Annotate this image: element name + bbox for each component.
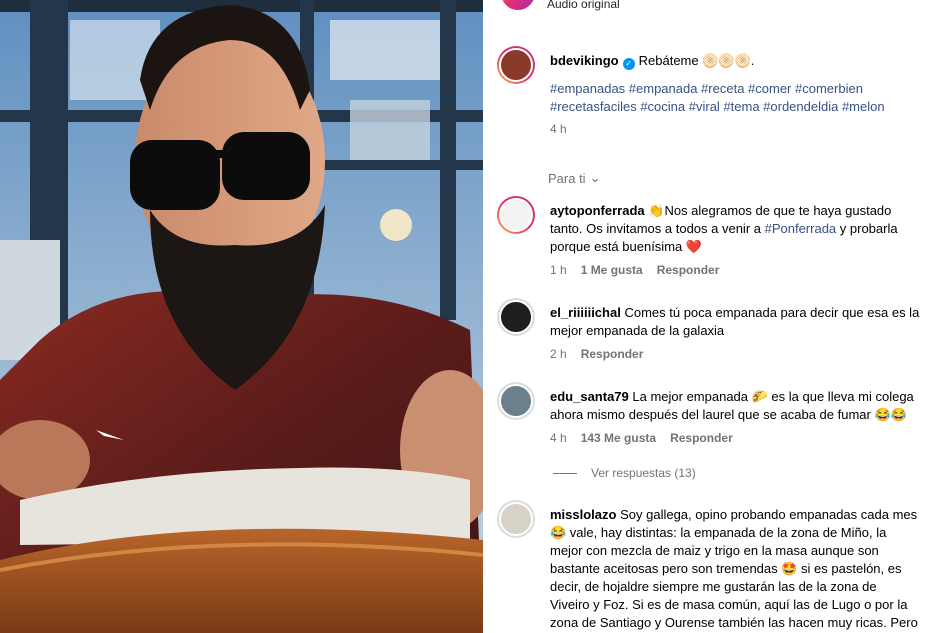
author-avatar[interactable]: [497, 46, 535, 84]
audio-label[interactable]: Audio original: [547, 0, 620, 11]
comment-text: decir, de hojaldre siempre me gustarán l…: [550, 579, 877, 594]
caption-hashtags-line2[interactable]: #recetasfaciles #cocina #viral #tema #or…: [550, 98, 949, 116]
filter-label: Para ti: [548, 170, 586, 186]
caption-text: Rebáteme 🫓🫓🫓.: [638, 53, 755, 68]
comment-mention[interactable]: #Ponferrada: [765, 221, 837, 236]
comment-likes[interactable]: 1 Me gusta: [581, 263, 643, 277]
chevron-down-icon: ⌄: [589, 170, 601, 185]
verified-icon: ✓: [622, 58, 635, 70]
comment-text: La mejor empanada 🌮 es la que lleva mi c…: [632, 389, 914, 404]
comment-time: 1 h: [550, 263, 567, 277]
comment-text: 😂 vale, hay distintas: la empanada de la…: [550, 525, 887, 540]
commenter-avatar[interactable]: [497, 298, 535, 336]
commenter-username[interactable]: aytoponferrada: [550, 203, 645, 218]
comment-text: ahora mismo después del laurel que se ac…: [550, 407, 907, 422]
comment-text: mejor empanada de la galaxia: [550, 323, 725, 338]
filter-dropdown[interactable]: Para ti ⌄: [548, 170, 600, 186]
comment-text: Soy gallega, opino probando empanadas ca…: [620, 507, 918, 522]
commenter-username[interactable]: misslolazo: [550, 507, 616, 522]
comment-text: zona de Santiago y Ourense también las h…: [550, 615, 918, 630]
author-username[interactable]: bdevikingo: [550, 53, 619, 68]
commenter-username[interactable]: edu_santa79: [550, 389, 629, 404]
comment-time: 2 h: [550, 347, 567, 361]
reply-button[interactable]: Responder: [581, 347, 644, 361]
comment-text: Viveiro y Foz. Si es de masa común, aquí…: [550, 597, 908, 612]
comment-text: mejor con mezcla de maiz y trigo en la m…: [550, 543, 879, 558]
commenter-username[interactable]: el_riiiiiichal: [550, 305, 621, 320]
commenter-avatar[interactable]: [497, 382, 535, 420]
caption-hashtags-line1[interactable]: #empanadas #empanada #receta #comer #com…: [550, 80, 949, 98]
post-time: 4 h: [550, 122, 567, 136]
comment-text: tanto. Os invitamos a todos a venir a: [550, 221, 765, 236]
view-replies-label: Ver respuestas (13): [591, 466, 696, 480]
top-avatar[interactable]: [501, 0, 535, 10]
commenter-avatar[interactable]: [497, 500, 535, 538]
comment-text: y probarla: [836, 221, 898, 236]
comment-text: bastante aceitosas pero son tremendas 🤩 …: [550, 561, 902, 576]
reply-button[interactable]: Responder: [657, 263, 720, 277]
comment-time: 4 h: [550, 431, 567, 445]
video-image: [0, 0, 483, 633]
divider: [553, 472, 577, 474]
comment-likes[interactable]: 143 Me gusta: [581, 431, 656, 445]
comment-text: 👏Nos alegramos de que te haya gustado: [648, 203, 892, 218]
video-frame[interactable]: [0, 0, 483, 633]
comment-text: porque está buenísima ❤️: [550, 239, 703, 254]
comment-text: Comes tú poca empanada para decir que es…: [624, 305, 920, 320]
view-replies-button[interactable]: Ver respuestas (13): [553, 466, 696, 480]
comments-panel: Audio original bdevikingo ✓ Rebáteme 🫓🫓🫓. …: [483, 0, 949, 633]
reply-button[interactable]: Responder: [670, 431, 733, 445]
commenter-avatar[interactable]: [497, 196, 535, 234]
